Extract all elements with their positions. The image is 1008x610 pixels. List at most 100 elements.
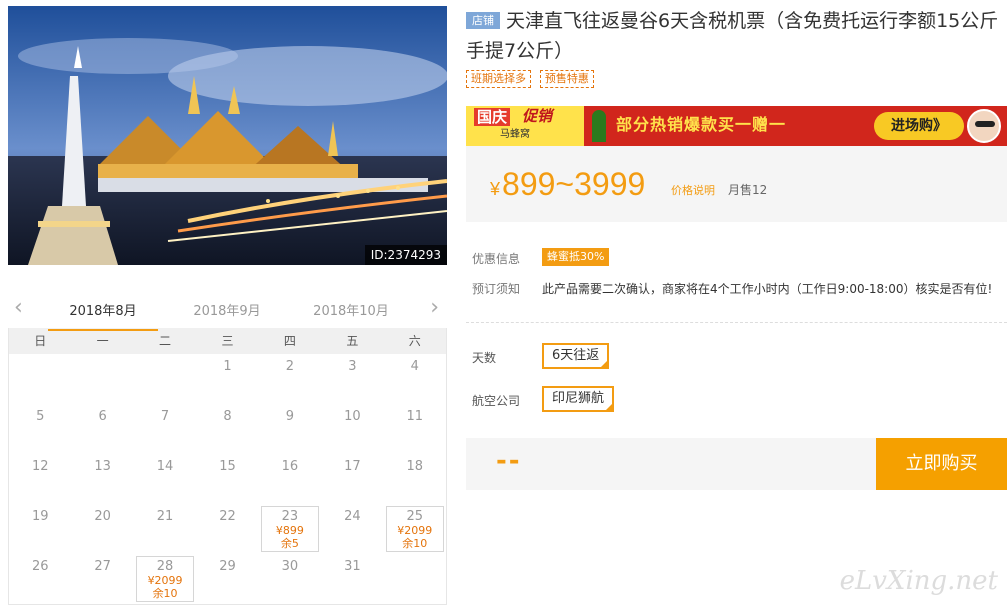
weekday-header: 日一二三四五六: [9, 328, 446, 354]
day-number: 26: [31, 559, 49, 574]
day-number: 21: [156, 509, 174, 524]
weekday-label: 日: [34, 334, 47, 348]
day-number: 20: [94, 509, 111, 524]
calendar-day: 16: [259, 454, 321, 504]
calendar-day: 7: [134, 404, 196, 454]
day-number: 30: [281, 559, 299, 574]
calendar-day: 5: [9, 404, 71, 454]
calendar-blank: [134, 354, 196, 404]
day-number: 8: [223, 409, 232, 424]
banner-holiday-text: 国庆: [474, 108, 511, 126]
banner-middle: 部分热销爆款买一赠一: [584, 106, 874, 146]
month-tab-sep[interactable]: 2018年9月: [172, 300, 282, 329]
buy-now-button[interactable]: 立即购买: [876, 438, 1007, 490]
banner-slogan: 部分热销爆款买一赠一: [616, 115, 787, 134]
day-number: 2: [285, 359, 295, 374]
day-number: 23: [281, 509, 299, 524]
day-number: 3: [348, 359, 357, 374]
day-number: 27: [94, 559, 111, 574]
month-tab-aug[interactable]: 2018年8月: [48, 300, 158, 331]
photo-artwork: [8, 6, 447, 265]
banner-avatar-icon: [967, 109, 1001, 143]
days-option-button[interactable]: 6天往返: [542, 343, 610, 369]
day-number: 6: [98, 409, 107, 424]
calendar-day: 30: [259, 554, 321, 604]
weekday-label: 五: [346, 334, 359, 348]
photo-id-label: ID:2374293: [364, 245, 447, 265]
day-number: 10: [344, 409, 361, 424]
day-number: 13: [94, 459, 111, 474]
prev-month-arrow-icon[interactable]: ‹: [14, 297, 23, 319]
calendar-day: 6: [71, 404, 133, 454]
promo-row: 优惠信息 蜂蜜抵30%: [466, 248, 1007, 278]
promo-badge: 蜂蜜抵30%: [542, 248, 610, 266]
booking-note-text: 此产品需要二次确认，商家将在4个工作小时内（工作日9:00-18:00）核实是否…: [542, 282, 993, 296]
tag-schedule-options: 班期选择多: [466, 70, 531, 88]
calendar-day: 4: [384, 354, 446, 404]
day-number: 15: [219, 459, 236, 474]
calendar-day-available[interactable]: 23 ¥899 余5: [260, 506, 320, 552]
price-range-value: 899~3999: [502, 166, 646, 202]
calendar-day: 2: [259, 354, 321, 404]
weekday-label: 一: [96, 334, 109, 348]
calendar-day: 8: [196, 404, 258, 454]
calendar-days: 1 2 3 4 5 6 7 8 9 10 11 12 13 14 15 16 17 18 19 20 21 22 23 ¥89…: [9, 354, 446, 604]
day-number: 12: [31, 459, 49, 474]
day-number: 18: [406, 459, 424, 474]
weekday-label: 六: [408, 334, 421, 348]
banner-brand: 马蜂窝: [500, 129, 530, 140]
day-number: 14: [156, 459, 174, 474]
day-number: 24: [344, 509, 361, 524]
section-divider: [466, 322, 1007, 323]
calendar-day: 21: [134, 504, 196, 554]
promo-label: 优惠信息: [472, 252, 521, 266]
price-box: ¥899~3999 价格说明 月售12: [466, 146, 1007, 222]
calendar-day: 11: [384, 404, 446, 454]
currency-symbol: ¥: [490, 179, 501, 199]
month-tab-oct[interactable]: 2018年10月: [296, 300, 406, 329]
calendar-day: 24: [321, 504, 383, 554]
promo-banner[interactable]: 国庆 促销 马蜂窝 部分热销爆款买一赠一 进场购》: [466, 106, 1007, 146]
day-number: 9: [285, 409, 295, 424]
banner-right: 进场购》: [874, 106, 1007, 146]
day-number: 7: [160, 409, 170, 424]
booking-note-label: 预订须知: [472, 282, 521, 296]
day-stock: 余5: [280, 537, 299, 550]
calendar-day: 26: [9, 554, 71, 604]
booking-note-row: 预订须知 此产品需要二次确认，商家将在4个工作小时内（工作日9:00-18:00…: [466, 278, 1007, 308]
day-number: 19: [31, 509, 49, 524]
airline-option-button[interactable]: 印尼狮航: [542, 386, 615, 412]
calendar-day: 13: [71, 454, 133, 504]
calendar-day: 18: [384, 454, 446, 504]
calendar-day: 19: [9, 504, 71, 554]
next-month-arrow-icon[interactable]: ›: [430, 297, 439, 319]
calendar-day: 10: [321, 404, 383, 454]
day-number: 1: [223, 359, 232, 374]
calendar-month-nav: ‹ 2018年8月 2018年9月 2018年10月 ›: [8, 290, 447, 331]
day-number: 16: [281, 459, 299, 474]
banner-enter-button[interactable]: 进场购》: [874, 112, 964, 140]
day-price: ¥2099: [397, 524, 433, 537]
day-number: 28: [156, 559, 174, 574]
day-price: ¥899: [275, 524, 304, 537]
days-option-row: 天数 6天往返: [466, 343, 1007, 373]
calendar-grid: 日一二三四五六 1 2 3 4 5 6 7 8 9 10 11 12 13 14 15 16 17 18 19 20 2…: [8, 328, 447, 605]
monthly-sales: 月售12: [728, 183, 768, 197]
calendar-day-available[interactable]: 28 ¥2099 余10: [135, 556, 195, 602]
product-photo: ID:2374293: [8, 6, 447, 265]
price-explanation-link[interactable]: 价格说明: [671, 182, 715, 198]
calendar-day: 27: [71, 554, 133, 604]
calendar-day: 9: [259, 404, 321, 454]
product-title-block: 店铺 天津直飞往返曼谷6天含税机票（含免费托运行李额15公斤手提7公斤）: [466, 6, 1008, 66]
calendar-day: 29: [196, 554, 258, 604]
day-number: 22: [219, 509, 236, 524]
day-stock: 余10: [152, 587, 178, 600]
day-number: 29: [219, 559, 236, 574]
calendar-day-available[interactable]: 25 ¥2099 余10: [385, 506, 444, 552]
purchase-bar: -- 立即购买: [466, 438, 1007, 490]
calendar-day: 3: [321, 354, 383, 404]
days-label: 天数: [472, 351, 497, 365]
calendar-blank: [9, 354, 71, 404]
calendar-day: 22: [196, 504, 258, 554]
tag-presale-discount: 预售特惠: [539, 70, 594, 88]
